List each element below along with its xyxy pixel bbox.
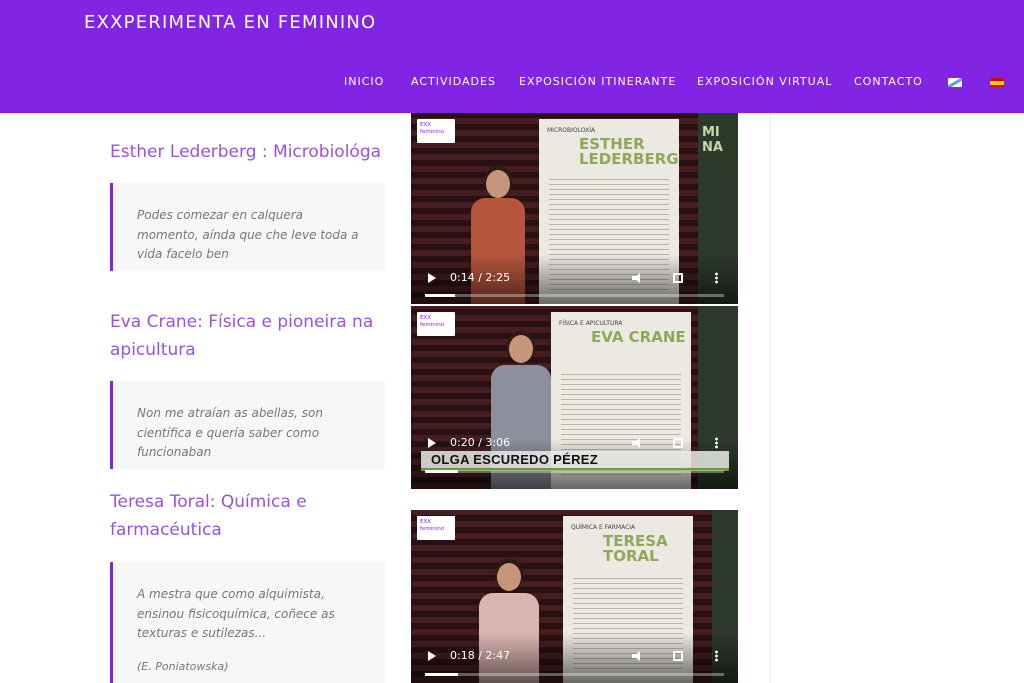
volume-icon[interactable] [632, 438, 644, 448]
play-icon[interactable] [428, 273, 436, 283]
nav-item-inicio[interactable]: INICIO [344, 75, 384, 88]
entry-title-teresa-toral: Teresa Toral: Química e farmacéutica [110, 492, 307, 540]
video-progress-bar[interactable] [425, 294, 724, 297]
quote-text: Podes comezar en calquera momento, aínda… [137, 208, 359, 261]
video-progress-bar[interactable] [425, 673, 724, 676]
video-caption-name: OLGA ESCUREDO PÉREZ [431, 452, 599, 467]
nav-item-exposicion-virtual[interactable]: EXPOSICIÓN VIRTUAL [697, 75, 832, 88]
video-player[interactable]: FÍSICA E APICULTURA EVA CRANE EXX feminin… [411, 306, 738, 489]
entry-title-esther-lederberg: Esther Lederberg : Microbiológa [110, 142, 382, 162]
quote-citation: (E. Poniatowska) [137, 659, 229, 673]
video-time: 0:14 / 2:25 [450, 271, 511, 284]
spanish-flag-icon[interactable] [990, 78, 1004, 87]
video-time: 0:18 / 2:47 [450, 649, 511, 662]
fullscreen-icon[interactable] [673, 273, 683, 283]
entry-title-eva-crane: Eva Crane: Física e pioneira na apicultu… [110, 312, 374, 360]
nav-item-exposicion-itinerante[interactable]: EXPOSICIÓN ITINERANTE [519, 75, 676, 88]
more-options-icon[interactable] [715, 272, 718, 284]
exxperimenta-logo: EXX feminino [417, 312, 455, 336]
video-caption: OLGA ESCUREDO PÉREZ [421, 451, 729, 471]
quote-text: Non me atraían as abellas, son científic… [137, 406, 323, 459]
volume-icon[interactable] [632, 651, 644, 661]
quote-block: Non me atraían as abellas, son científic… [110, 381, 385, 469]
video-time: 0:20 / 3:06 [450, 436, 511, 449]
video-player[interactable]: QUÍMICA E FARMACIA TERESA TORAL EXX femin… [411, 510, 738, 683]
video-controls: 0:18 / 2:47 [411, 633, 738, 683]
main-nav: INICIO ACTIVIDADES EXPOSICIÓN ITINERANTE… [0, 75, 1024, 91]
video-progress-bar[interactable] [425, 470, 724, 473]
more-options-icon[interactable] [715, 437, 718, 449]
nav-item-actividades[interactable]: ACTIVIDADES [411, 75, 496, 88]
exxperimenta-logo: EXX feminino [417, 516, 455, 540]
site-title[interactable]: EXXPERIMENTA EN FEMININO [84, 12, 376, 33]
fullscreen-icon[interactable] [673, 651, 683, 661]
quote-block: Podes comezar en calquera momento, aínda… [110, 183, 385, 271]
quote-text: A mestra que como alquimista, ensinou fi… [137, 587, 335, 640]
video-controls: 0:14 / 2:25 [411, 254, 738, 304]
galician-flag-icon[interactable] [948, 78, 962, 87]
nav-item-contacto[interactable]: CONTACTO [854, 75, 923, 88]
volume-icon[interactable] [632, 273, 644, 283]
more-options-icon[interactable] [715, 650, 718, 662]
play-icon[interactable] [428, 438, 436, 448]
fullscreen-icon[interactable] [673, 438, 683, 448]
sidebar-divider [770, 113, 771, 683]
exxperimenta-logo: EXX feminino [417, 119, 455, 143]
play-icon[interactable] [428, 651, 436, 661]
site-header: EXXPERIMENTA EN FEMININO INICIO ACTIVIDA… [0, 0, 1024, 113]
quote-block: A mestra que como alquimista, ensinou fi… [110, 562, 385, 683]
video-player[interactable]: MICROBIOLOXÍA ESTHER LEDERBERG MI NA EXX f… [411, 113, 738, 304]
